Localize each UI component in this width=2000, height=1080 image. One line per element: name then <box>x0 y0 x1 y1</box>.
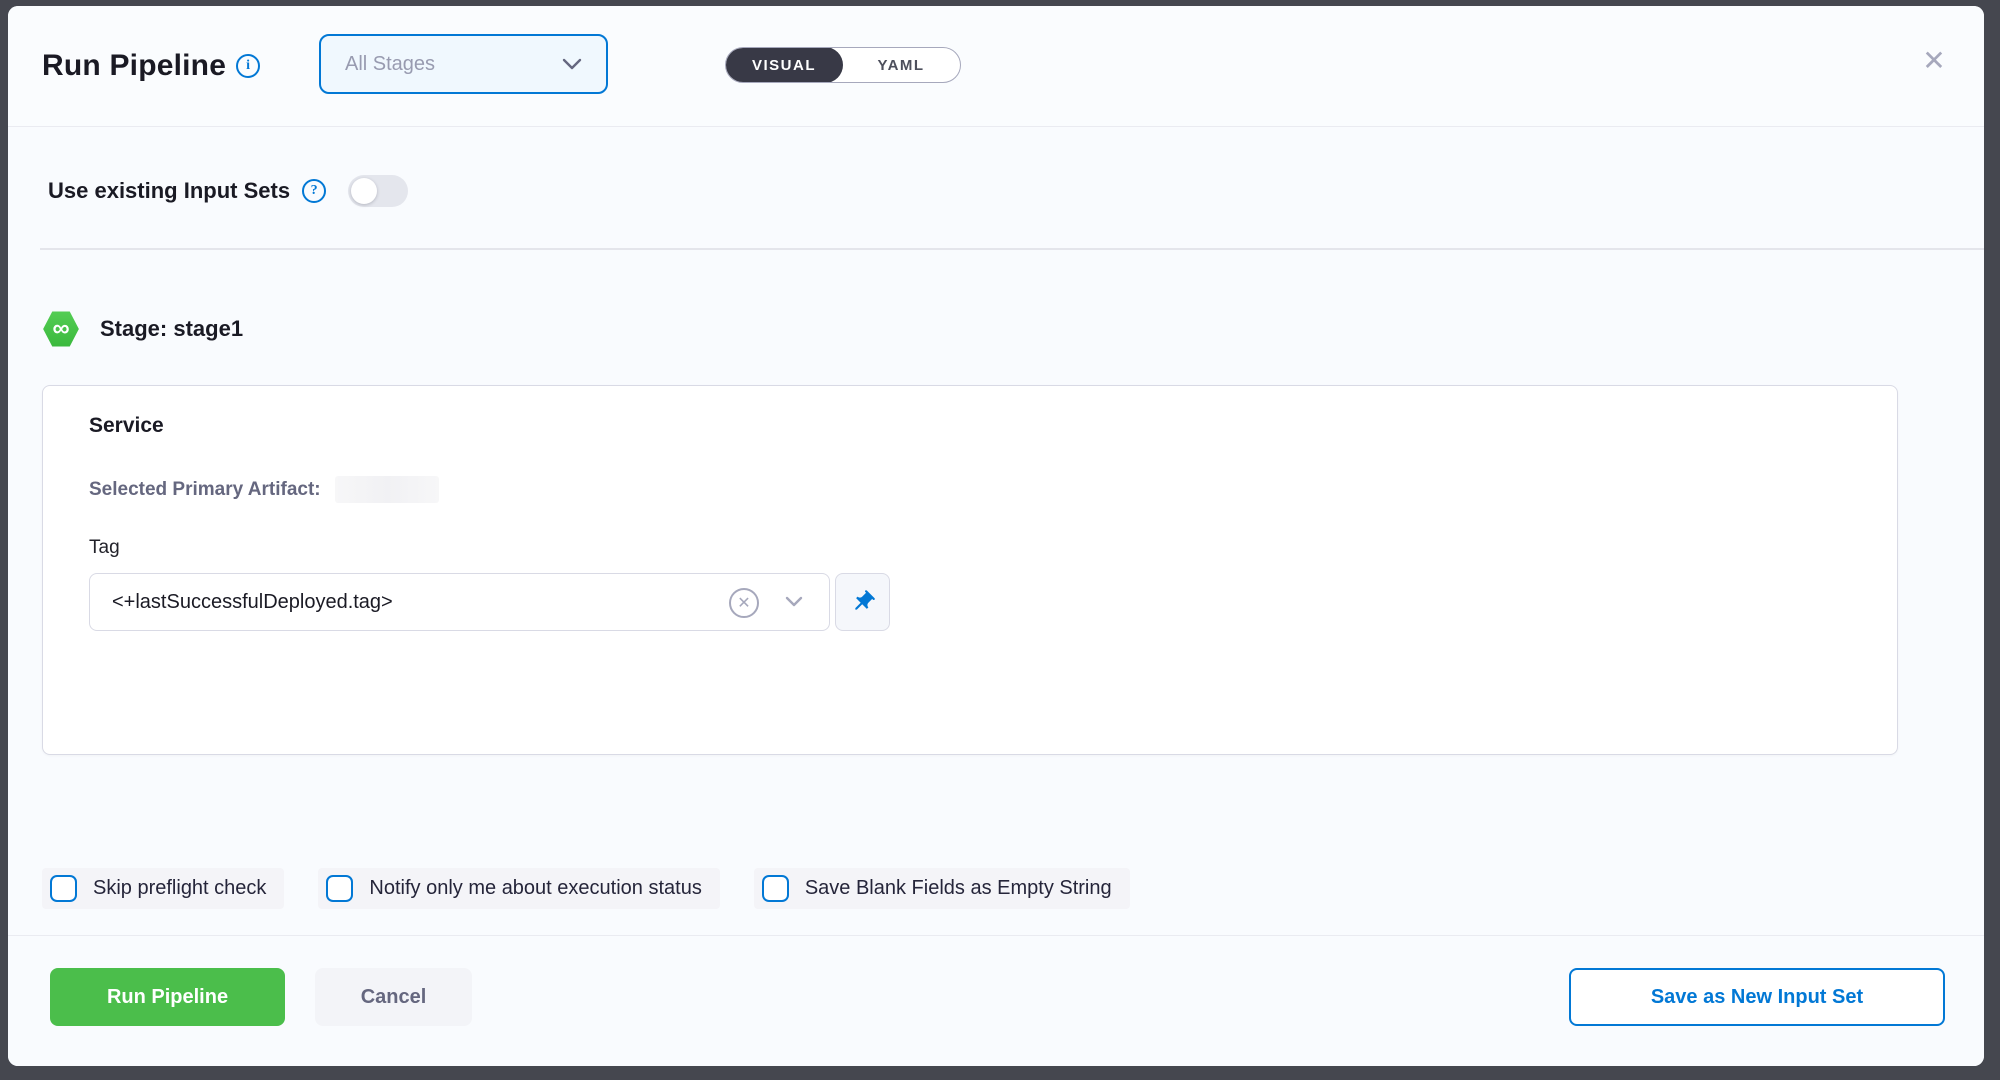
chevron-down-icon[interactable] <box>785 596 803 607</box>
tab-visual[interactable]: VISUAL <box>725 47 843 83</box>
toggle-knob <box>351 178 377 204</box>
close-icon[interactable]: ✕ <box>1914 40 1954 80</box>
pin-icon <box>844 584 881 621</box>
checkbox-skip-preflight[interactable] <box>50 875 77 902</box>
option-label: Save Blank Fields as Empty String <box>805 877 1112 900</box>
help-icon[interactable]: ? <box>302 179 326 203</box>
tag-input-group: ✕ <box>89 573 1851 631</box>
section-divider <box>40 248 1984 250</box>
modal-header: Run Pipeline i All Stages VISUAL YAML ✕ <box>8 6 1984 127</box>
modal-body: Use existing Input Sets ? ∞ Stage: stage… <box>8 127 1984 935</box>
stage-select-dropdown[interactable]: All Stages <box>319 34 608 94</box>
options-row: Skip preflight check Notify only me abou… <box>42 868 1130 909</box>
stage-select-value: All Stages <box>345 53 562 76</box>
save-as-new-input-set-button[interactable]: Save as New Input Set <box>1569 968 1945 1026</box>
tag-label: Tag <box>89 537 1851 559</box>
chevron-down-icon <box>562 58 582 70</box>
use-existing-input-sets-label: Use existing Input Sets <box>48 178 290 204</box>
run-pipeline-button[interactable]: Run Pipeline <box>50 968 285 1026</box>
selected-primary-artifact-label: Selected Primary Artifact: <box>89 479 321 501</box>
visual-yaml-toggle: VISUAL YAML <box>725 47 961 83</box>
selected-primary-artifact-row: Selected Primary Artifact: <box>89 476 1851 503</box>
use-existing-input-sets-row: Use existing Input Sets ? <box>48 175 408 207</box>
clear-icon[interactable]: ✕ <box>729 588 759 618</box>
cancel-button[interactable]: Cancel <box>315 968 472 1026</box>
service-card: Service Selected Primary Artifact: Tag ✕ <box>42 385 1898 755</box>
checkbox-save-blank-fields[interactable] <box>762 875 789 902</box>
info-icon[interactable]: i <box>236 54 260 78</box>
option-skip-preflight[interactable]: Skip preflight check <box>42 868 284 909</box>
stage-deploy-icon: ∞ <box>42 310 80 348</box>
option-label: Skip preflight check <box>93 877 266 900</box>
run-pipeline-modal: Run Pipeline i All Stages VISUAL YAML ✕ … <box>8 6 1984 1066</box>
tab-yaml[interactable]: YAML <box>842 48 960 82</box>
page-title: Run Pipeline <box>42 49 226 83</box>
checkbox-notify-only-me[interactable] <box>326 875 353 902</box>
pin-button[interactable] <box>835 573 890 631</box>
service-card-title: Service <box>89 414 1851 438</box>
stage-row: ∞ Stage: stage1 <box>42 310 243 348</box>
option-notify-only-me[interactable]: Notify only me about execution status <box>318 868 719 909</box>
stage-label: Stage: stage1 <box>100 316 243 342</box>
option-label: Notify only me about execution status <box>369 877 701 900</box>
tag-input[interactable] <box>90 591 829 614</box>
input-sets-toggle[interactable] <box>348 175 408 207</box>
artifact-value-redacted <box>335 476 439 503</box>
tag-input-wrap: ✕ <box>89 573 830 631</box>
option-save-blank-fields[interactable]: Save Blank Fields as Empty String <box>754 868 1130 909</box>
modal-footer: Run Pipeline Cancel Save as New Input Se… <box>8 935 1984 1066</box>
